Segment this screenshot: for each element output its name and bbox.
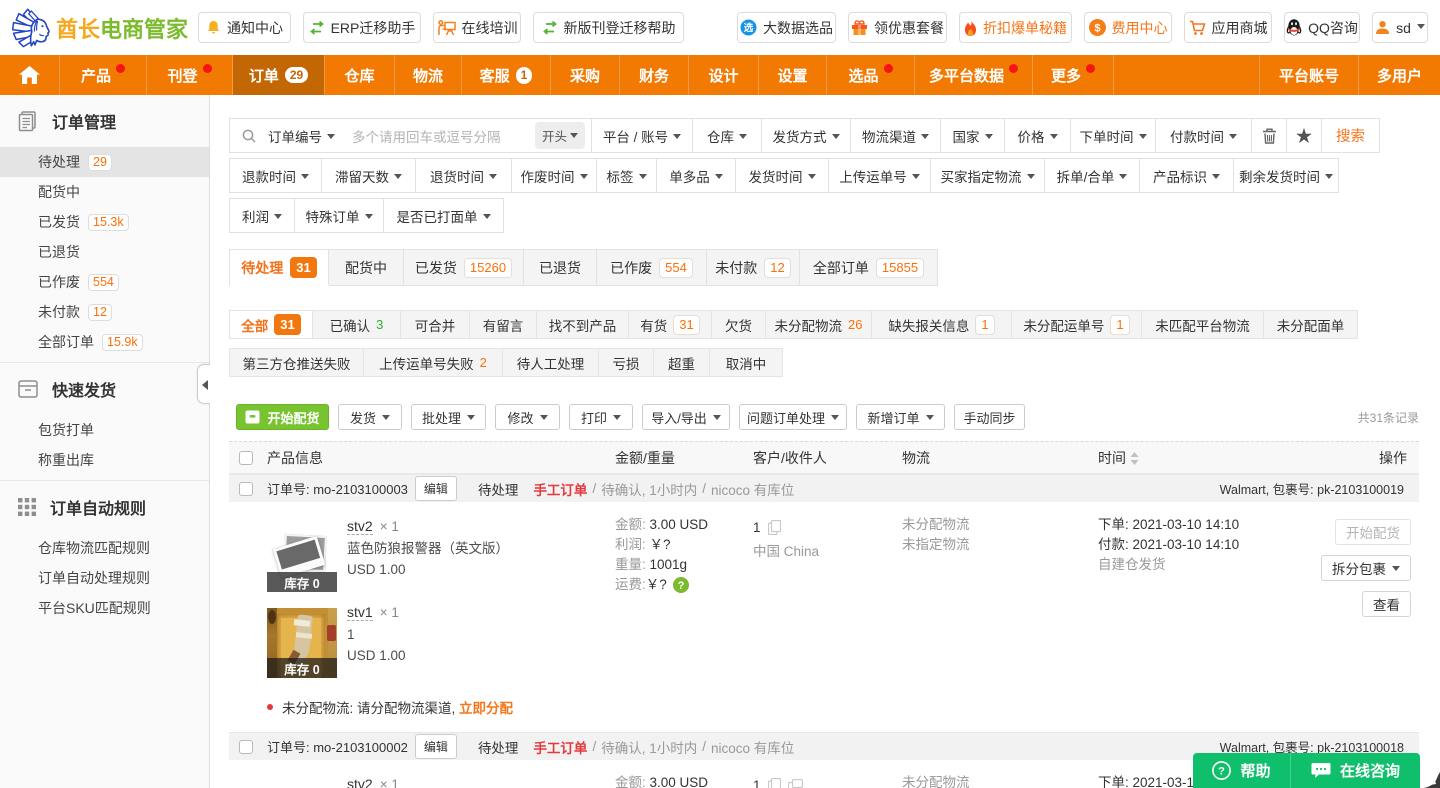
svg-text:?: ?: [677, 580, 684, 592]
svg-text:?: ?: [1219, 766, 1226, 778]
svg-text:选: 选: [744, 22, 754, 34]
svg-text:$: $: [1094, 23, 1100, 35]
